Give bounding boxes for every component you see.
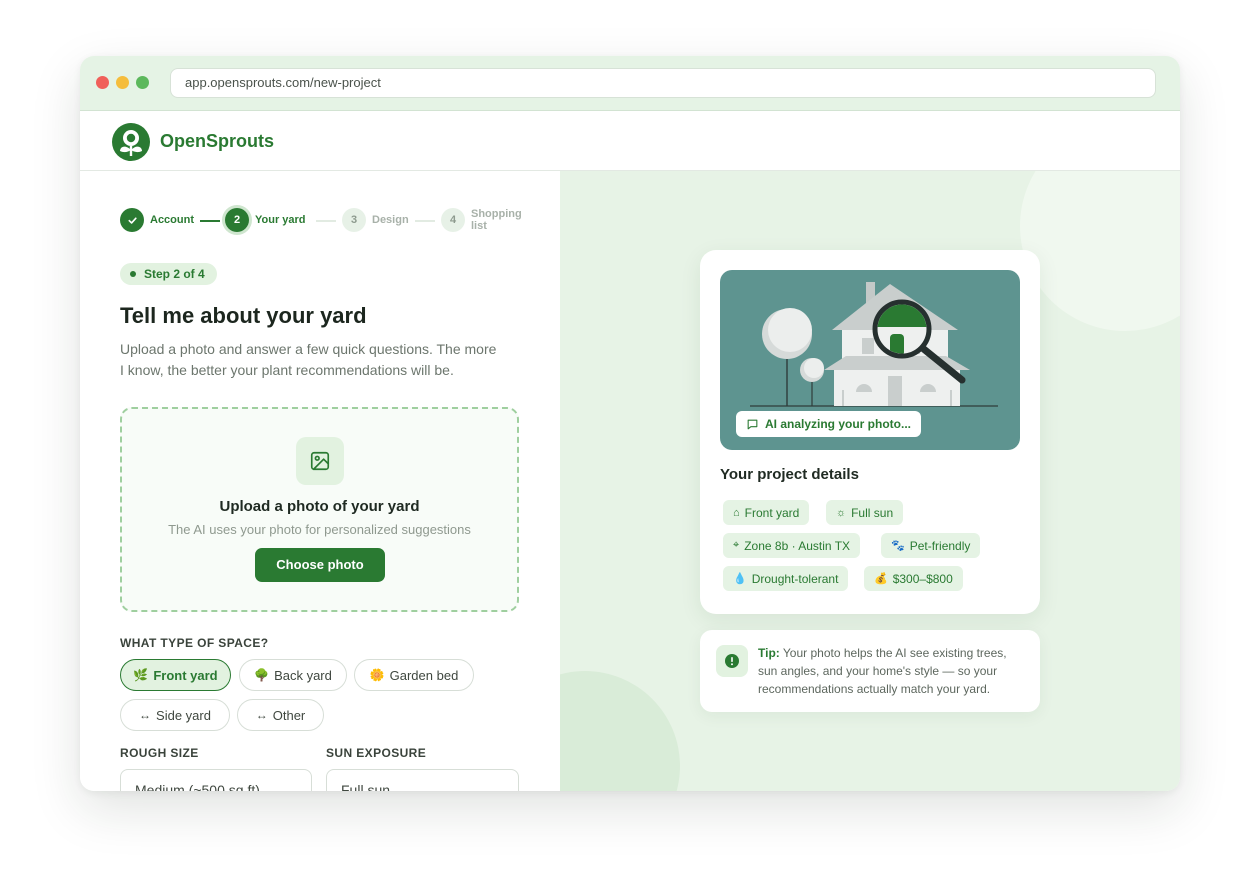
dropzone-subtitle: The AI uses your photo for personalized … xyxy=(168,522,471,537)
space-type-label: WHAT TYPE OF SPACE? xyxy=(120,636,269,650)
rough-size-select[interactable]: Medium (~500 sq ft) xyxy=(120,769,312,791)
tip-label: Tip: xyxy=(758,646,780,660)
space-option-back-yard[interactable]: 🌳 Back yard xyxy=(239,659,347,691)
detail-tag-front-yard: ⌂ Front yard xyxy=(723,500,810,525)
status-dot xyxy=(130,271,136,277)
opensprouts-logo-icon[interactable] xyxy=(111,122,151,162)
chip-label: Side yard xyxy=(156,707,211,723)
chip-label: Other xyxy=(272,707,306,723)
detail-tag-zone: ⌖ Zone 8b · Austin TX xyxy=(723,533,861,558)
sprout-icon: 🌿 xyxy=(133,668,149,682)
tag-label: Front yard xyxy=(744,505,800,520)
step-design[interactable]: 3 Design xyxy=(342,208,409,232)
detail-tag-pet-friendly: 🐾 Pet-friendly xyxy=(881,533,981,558)
step-pill-label: Step 2 of 4 xyxy=(144,267,205,281)
step-shopping-list[interactable]: 4 Shopping list xyxy=(441,208,527,232)
chip-label: Garden bed xyxy=(389,667,459,683)
home-icon: ⌂ xyxy=(733,506,740,519)
chip-label: Back yard xyxy=(274,667,332,683)
detail-tag-drought-tolerant: 💧 Drought-tolerant xyxy=(723,566,849,591)
paw-icon: 🐾 xyxy=(891,540,905,552)
flower-icon: 🌼 xyxy=(369,668,385,682)
minimize-window-dot[interactable] xyxy=(116,76,129,89)
sun-icon: ☼ xyxy=(836,506,847,519)
step-your-yard[interactable]: 2 Your yard xyxy=(225,208,306,232)
detail-tag-budget: 💰 $300–$800 xyxy=(864,566,963,591)
step-label: Design xyxy=(372,214,409,226)
yard-photo-illustration: AI analyzing your photo... xyxy=(720,270,1020,450)
location-icon: ⌖ xyxy=(733,539,740,551)
tip-text: Tip: Your photo helps the AI see existin… xyxy=(758,644,1026,698)
decorative-circle xyxy=(1020,171,1180,331)
chat-bubble-icon xyxy=(747,419,758,429)
tag-label: Zone 8b · Austin TX xyxy=(744,538,851,553)
browser-window: app.opensprouts.com/new-project OpenSpro… xyxy=(80,56,1180,791)
project-preview-card: AI analyzing your photo... Your project … xyxy=(700,250,1040,614)
project-details-title: Your project details xyxy=(720,466,859,483)
droplet-icon: 💧 xyxy=(733,573,747,585)
choose-photo-button[interactable]: Choose photo xyxy=(255,548,385,582)
check-icon xyxy=(120,208,144,232)
step-number: 2 xyxy=(225,208,249,232)
alert-icon xyxy=(716,645,748,677)
money-bag-icon: 💰 xyxy=(874,573,888,585)
page-title: Tell me about your yard xyxy=(120,303,367,328)
arrows-icon: ↔ xyxy=(255,708,268,722)
ai-analyzing-badge: AI analyzing your photo... xyxy=(736,411,922,437)
maximize-window-dot[interactable] xyxy=(136,76,149,89)
decorative-circle xyxy=(560,671,680,791)
step-label: Shopping list xyxy=(471,208,522,232)
tag-label: Full sun xyxy=(851,505,894,520)
space-option-front-yard[interactable]: 🌿 Front yard xyxy=(120,659,231,691)
browser-chrome: app.opensprouts.com/new-project xyxy=(80,56,1180,111)
step-number: 3 xyxy=(342,208,366,232)
arrows-icon: ↔ xyxy=(139,708,152,722)
dropzone-title: Upload a photo of your yard xyxy=(219,498,420,515)
rough-size-label: ROUGH SIZE xyxy=(120,746,199,760)
detail-tag-full-sun: ☼ Full sun xyxy=(826,500,904,525)
app-header: OpenSprouts xyxy=(80,111,1180,171)
step-connector xyxy=(316,220,336,222)
step-pill: Step 2 of 4 xyxy=(120,263,217,285)
step-account[interactable]: Account xyxy=(120,208,194,232)
step-label: Account xyxy=(150,214,194,226)
preview-panel: AI analyzing your photo... Your project … xyxy=(560,171,1180,791)
tip-card: Tip: Your photo helps the AI see existin… xyxy=(700,630,1040,712)
page-subtitle: Upload a photo and answer a few quick qu… xyxy=(120,341,497,378)
sun-exposure-label: SUN EXPOSURE xyxy=(326,746,427,760)
sun-exposure-select[interactable]: Full sun xyxy=(326,769,519,791)
tag-label: $300–$800 xyxy=(892,571,953,586)
space-option-side-yard[interactable]: ↔ Side yard xyxy=(120,699,230,731)
step-connector xyxy=(415,220,435,222)
photo-dropzone[interactable]: Upload a photo of your yard The AI uses … xyxy=(120,407,519,612)
brand-name[interactable]: OpenSprouts xyxy=(160,131,274,152)
address-bar[interactable]: app.opensprouts.com/new-project xyxy=(170,68,1156,98)
image-icon xyxy=(296,437,344,485)
ai-badge-label: AI analyzing your photo... xyxy=(765,417,912,431)
space-option-other[interactable]: ↔ Other xyxy=(237,699,324,731)
space-option-garden-bed[interactable]: 🌼 Garden bed xyxy=(354,659,474,691)
step-number: 4 xyxy=(441,208,465,232)
tag-label: Pet-friendly xyxy=(909,538,971,553)
tip-body: Your photo helps the AI see existing tre… xyxy=(758,646,1007,696)
tag-label: Drought-tolerant xyxy=(751,571,839,586)
close-window-dot[interactable] xyxy=(96,76,109,89)
step-label: Your yard xyxy=(255,214,306,226)
tree-icon: 🌳 xyxy=(254,668,270,682)
form-panel: Account 2 Your yard 3 Design 4 Shopping … xyxy=(80,171,560,791)
chip-label: Front yard xyxy=(153,667,218,683)
step-connector xyxy=(200,220,220,222)
